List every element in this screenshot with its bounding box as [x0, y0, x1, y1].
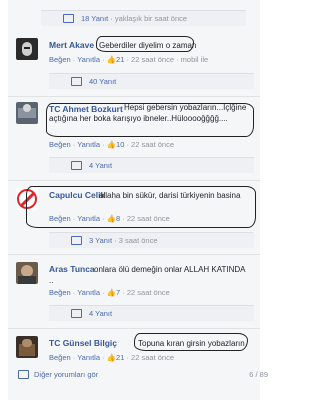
thumbs-up-icon: 👍	[106, 140, 117, 149]
reply-arrow-icon	[71, 161, 82, 170]
avatar-mert-akave[interactable]	[16, 38, 38, 60]
thumbs-up-icon: 👍	[106, 55, 117, 64]
comment-meta: Beğen · Yanıtla · 👍8 · 22 saat önce	[49, 214, 170, 223]
comment-meta: Beğen · Yanıtla · 👍7 · 22 saat önce	[49, 288, 170, 297]
divider	[8, 96, 260, 97]
reply-arrow-icon	[63, 14, 74, 23]
reply-arrow-icon	[71, 236, 82, 245]
thumbs-up-icon: 👍	[106, 288, 117, 297]
reply-link[interactable]: Yanıtla	[77, 214, 100, 223]
replies-count: 4 Yanıt	[89, 309, 113, 318]
replies-toggle-1[interactable]: 40 Yanıt	[49, 73, 254, 89]
like-count[interactable]: 21	[116, 353, 124, 362]
comment-meta: Beğen · Yanıtla · 👍21 · 22 saat önce	[49, 353, 174, 362]
like-count[interactable]: 8	[116, 214, 120, 223]
comment-time[interactable]: 22 saat önce	[131, 140, 174, 149]
reply-link[interactable]: Yanıtla	[77, 353, 100, 362]
comment-source: mobil ile	[180, 55, 209, 64]
reply-link[interactable]: Yanıtla	[77, 55, 100, 64]
avatar-gunsel-bilgic[interactable]	[16, 336, 38, 358]
more-comments-bar: Diğer yorumları gör 6 / 89	[8, 368, 272, 382]
comment-count: 6 / 89	[249, 370, 268, 379]
replies-time: yaklaşık bir saat önce	[114, 14, 188, 23]
replies-count: 40 Yanıt	[89, 77, 117, 86]
like-count[interactable]: 7	[116, 288, 120, 297]
comment-time[interactable]: 22 saat önce	[127, 214, 170, 223]
replies-toggle-4[interactable]: 4 Yanıt	[49, 305, 254, 321]
reply-link[interactable]: Yanıtla	[77, 288, 100, 297]
view-more-comments-link[interactable]: Diğer yorumları gör	[34, 370, 98, 379]
comment-author[interactable]: TC Günsel Bilgiç	[49, 338, 117, 348]
like-count[interactable]: 21	[116, 55, 124, 64]
comment-meta: Beğen · Yanıtla · 👍10 · 22 saat önce	[49, 140, 174, 149]
divider	[8, 180, 260, 181]
comment-text: onlara ölü demeğin onlar ALLAH KATINDA .…	[49, 265, 246, 285]
like-link[interactable]: Beğen	[49, 353, 71, 362]
thumbs-up-icon: 👍	[106, 353, 117, 362]
replies-toggle-top[interactable]: 18 Yanıt · yaklaşık bir saat önce	[41, 10, 246, 26]
reply-link[interactable]: Yanıtla	[77, 140, 100, 149]
divider	[8, 328, 260, 329]
replies-count: 3 Yanıt	[89, 236, 113, 245]
replies-toggle-3[interactable]: 3 Yanıt · 3 saat önce	[49, 232, 254, 248]
like-link[interactable]: Beğen	[49, 140, 71, 149]
replies-time: 3 saat önce	[118, 236, 158, 245]
like-count[interactable]: 10	[116, 140, 124, 149]
like-link[interactable]: Beğen	[49, 55, 71, 64]
like-link[interactable]: Beğen	[49, 288, 71, 297]
handwritten-circle	[96, 36, 194, 52]
replies-count: 4 Yanıt	[89, 161, 113, 170]
comment-bubble-icon	[18, 370, 29, 379]
handwritten-circle	[134, 333, 248, 351]
avatar-aras-tunca[interactable]	[16, 262, 38, 284]
like-link[interactable]: Beğen	[49, 214, 71, 223]
reply-arrow-icon	[71, 309, 82, 318]
thumbs-up-icon: 👍	[106, 214, 117, 223]
reply-arrow-icon	[71, 77, 82, 86]
divider	[8, 254, 260, 255]
avatar-ahmet-bozkurt[interactable]	[16, 102, 38, 124]
handwritten-circle	[46, 103, 254, 137]
comment-time[interactable]: 22 saat önce	[131, 353, 174, 362]
comment-meta: Beğen · Yanıtla · 👍21 · 22 saat önce · m…	[49, 55, 209, 64]
replies-toggle-2[interactable]: 4 Yanıt	[49, 157, 254, 173]
comment-time[interactable]: 22 saat önce	[131, 55, 174, 64]
comment-time[interactable]: 22 saat önce	[127, 288, 170, 297]
replies-count: 18 Yanıt	[81, 14, 109, 23]
comment-author[interactable]: Mert Akave	[49, 40, 94, 50]
